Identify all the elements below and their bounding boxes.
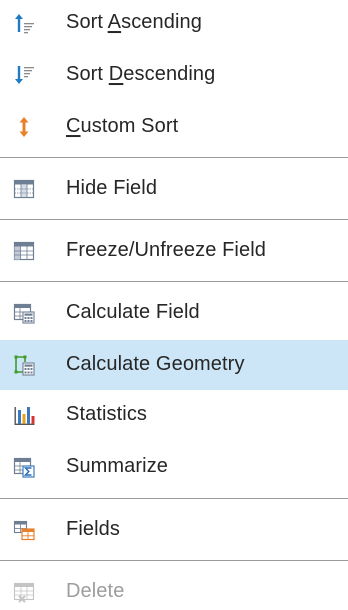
calculate-geometry-icon: [13, 354, 35, 376]
menu-item-label: Fields: [66, 518, 120, 541]
menu-item-label: Calculate Geometry: [66, 353, 245, 376]
menu-item-delete: Delete: [0, 570, 348, 610]
menu-item-label: Calculate Field: [66, 301, 200, 324]
menu-item-label: Delete: [66, 580, 125, 603]
fields-icon: [13, 519, 35, 541]
sort-ascending-icon: [13, 12, 35, 34]
menu-separator: [0, 560, 348, 561]
menu-item-fields[interactable]: Fields: [0, 508, 348, 552]
calculate-field-icon: [13, 302, 35, 324]
menu-item-sort-descending[interactable]: Sort Descending: [0, 53, 348, 97]
delete-icon: [13, 581, 35, 603]
menu-item-label: Sort Descending: [66, 63, 216, 86]
menu-item-label: Freeze/Unfreeze Field: [66, 239, 266, 262]
menu-item-hide-field[interactable]: Hide Field: [0, 167, 348, 211]
summarize-icon: [13, 456, 35, 478]
statistics-icon: [13, 404, 35, 426]
menu-separator: [0, 157, 348, 158]
sort-descending-icon: [13, 64, 35, 86]
menu-item-statistics[interactable]: Statistics: [0, 393, 348, 437]
freeze-field-icon: [13, 240, 35, 262]
menu-item-freeze-unfreeze-field[interactable]: Freeze/Unfreeze Field: [0, 229, 348, 273]
hide-field-icon: [13, 178, 35, 200]
custom-sort-icon: [13, 116, 35, 138]
menu-separator: [0, 498, 348, 499]
menu-item-label: Sort Ascending: [66, 11, 202, 34]
menu-item-label: Custom Sort: [66, 115, 179, 138]
context-menu: Sort Ascending Sort Descending Custom So…: [0, 0, 348, 610]
menu-item-label: Hide Field: [66, 177, 158, 200]
menu-item-custom-sort[interactable]: Custom Sort: [0, 105, 348, 149]
menu-item-label: Statistics: [66, 403, 148, 426]
menu-item-sort-ascending[interactable]: Sort Ascending: [0, 1, 348, 45]
menu-item-calculate-geometry[interactable]: Calculate Geometry: [0, 340, 348, 390]
menu-separator: [0, 219, 348, 220]
menu-separator: [0, 281, 348, 282]
menu-item-summarize[interactable]: Summarize: [0, 445, 348, 489]
menu-item-calculate-field[interactable]: Calculate Field: [0, 291, 348, 335]
menu-item-label: Summarize: [66, 455, 169, 478]
